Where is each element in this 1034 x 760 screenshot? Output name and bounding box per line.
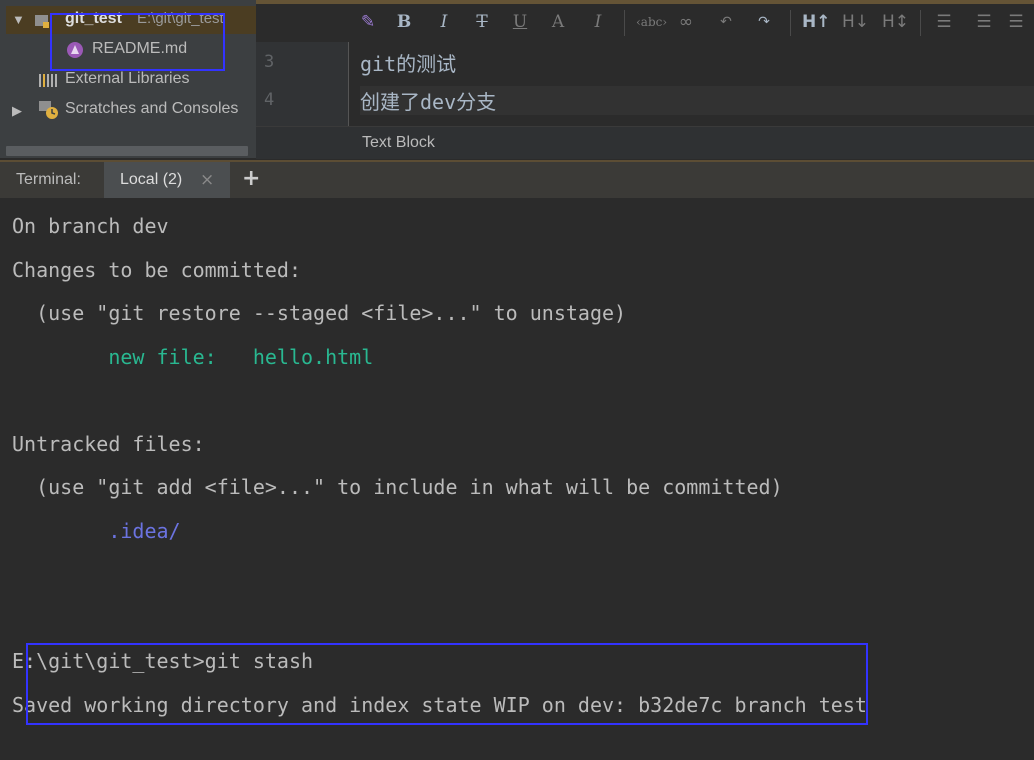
expand-arrow-icon[interactable]: ▼	[12, 12, 25, 27]
editor-line-current[interactable]: 创建了dev分支	[360, 86, 1034, 115]
underline-icon[interactable]: U	[508, 6, 532, 38]
line-gutter: 3 4	[256, 42, 348, 126]
list-indent-icon[interactable]: ☰	[972, 6, 996, 38]
redo-icon[interactable]: ↷	[752, 6, 776, 38]
subscript-icon[interactable]: I	[586, 6, 610, 38]
toolbar-divider	[790, 10, 791, 36]
undo-icon[interactable]: ↶	[714, 6, 738, 38]
terminal-line: new file: hello.html	[12, 345, 373, 369]
strikethrough-icon[interactable]: T	[470, 6, 494, 38]
superscript-icon[interactable]: A	[546, 6, 570, 38]
terminal-tabbar: Terminal: Local (2) × +	[0, 160, 1034, 198]
tree-item-scratches[interactable]: ▶ Scratches and Consoles	[6, 96, 256, 124]
code-span-icon[interactable]: ‹abc›	[636, 6, 667, 38]
link-icon[interactable]: ∞	[674, 6, 698, 38]
highlight-box-stash	[26, 643, 868, 725]
add-terminal-icon[interactable]: +	[242, 166, 260, 191]
new-file-label: new file:	[12, 345, 253, 369]
terminal-line: (use "git add <file>..." to include in w…	[12, 475, 783, 499]
tree-item-label: External Libraries	[65, 70, 190, 87]
horizontal-scrollbar[interactable]	[6, 146, 248, 156]
libraries-icon	[38, 72, 57, 88]
tree-item-label: Scratches and Consoles	[65, 100, 239, 117]
terminal-line: Untracked files:	[12, 432, 205, 456]
terminal-line: Changes to be committed:	[12, 258, 301, 282]
bold-icon[interactable]: B	[392, 6, 416, 38]
italic-icon[interactable]: I	[432, 6, 456, 38]
list-more-icon[interactable]: ☰	[1004, 6, 1028, 38]
header-up-icon[interactable]: H↑	[802, 6, 830, 38]
toolbar-divider	[624, 10, 625, 36]
editor-accent-line	[256, 0, 1034, 4]
header-toggle-icon[interactable]: H↕	[882, 6, 909, 38]
terminal-tab-local-2[interactable]: Local (2) ×	[104, 162, 230, 198]
terminal-label: Terminal:	[16, 171, 81, 188]
breadcrumb: Text Block	[256, 126, 1034, 159]
terminal-line: (use "git restore --staged <file>..." to…	[12, 301, 627, 325]
highlight-box-readme	[50, 13, 225, 71]
terminal-line: On branch dev	[12, 214, 169, 238]
markdown-toolbar: ✎ B I T U A I ‹abc› ∞ ↶ ↷ H↑ H↓ H↕ ☰ ☰ ☰	[352, 6, 1034, 40]
terminal-line: .idea/	[12, 519, 181, 543]
list-outdent-icon[interactable]: ☰	[932, 6, 956, 38]
pen-icon[interactable]: ✎	[356, 6, 380, 38]
editor-pane: ✎ B I T U A I ‹abc› ∞ ↶ ↷ H↑ H↓ H↕ ☰ ☰ ☰…	[256, 0, 1034, 159]
new-file-name: hello.html	[252, 345, 374, 369]
line-number: 3	[264, 52, 275, 72]
gutter-divider	[348, 42, 349, 126]
header-down-icon[interactable]: H↓	[842, 6, 869, 38]
untracked-file: .idea/	[12, 519, 181, 543]
scratches-icon	[38, 100, 60, 120]
toolbar-divider	[920, 10, 921, 36]
expand-arrow-icon[interactable]: ▶	[12, 103, 22, 119]
folder-icon	[34, 12, 50, 28]
line-number: 4	[264, 90, 275, 110]
breadcrumb-item[interactable]: Text Block	[362, 134, 435, 152]
close-icon[interactable]: ×	[200, 170, 214, 190]
editor-line[interactable]: git的测试	[360, 48, 456, 77]
terminal-tab-label: Local (2)	[120, 171, 183, 188]
